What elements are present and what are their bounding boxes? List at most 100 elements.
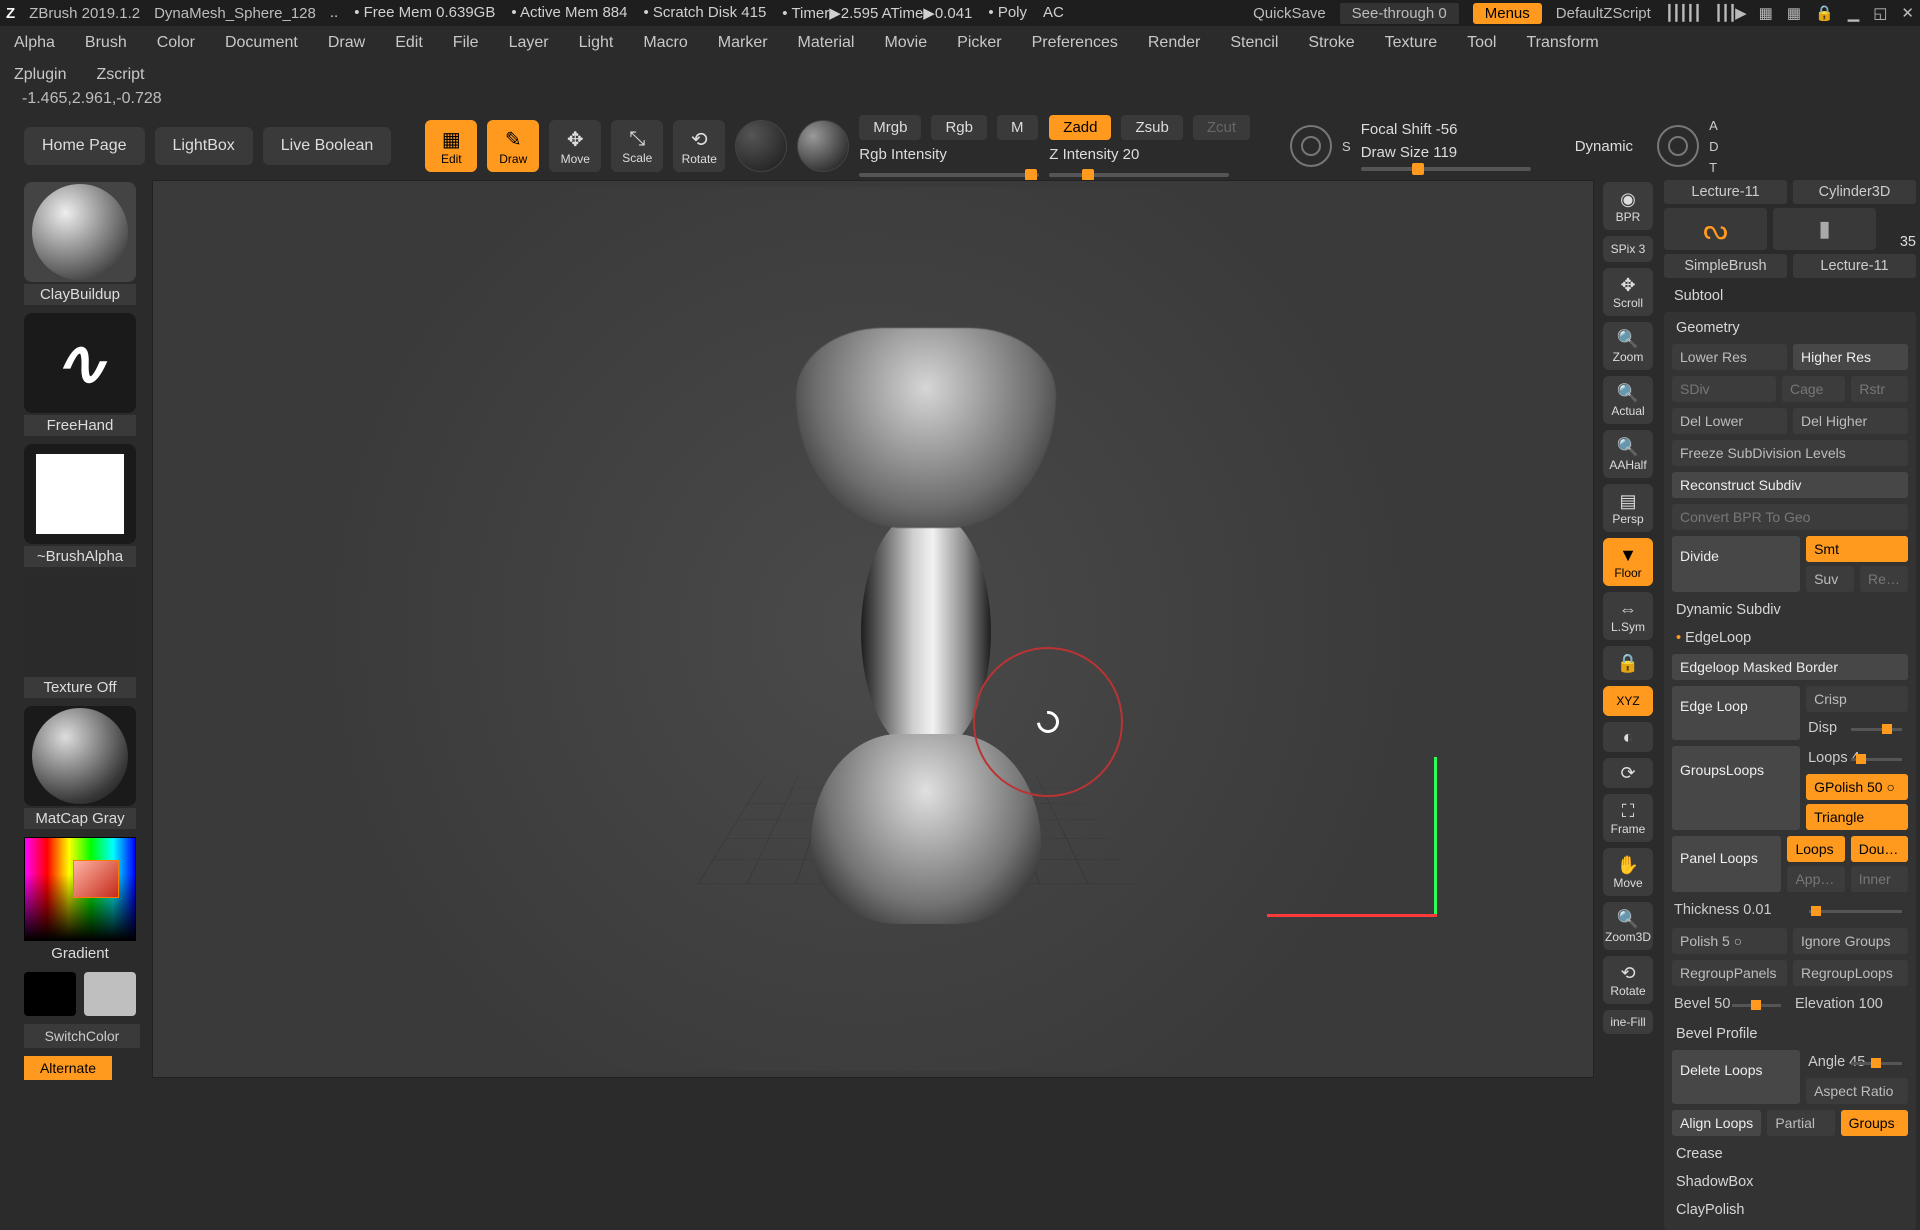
alpha-swatch[interactable]: ~BrushAlpha: [24, 444, 136, 567]
bpr-button[interactable]: ◉BPR: [1603, 182, 1653, 230]
switchcolor-button[interactable]: SwitchColor: [24, 1024, 140, 1048]
color-picker[interactable]: Gradient: [24, 837, 136, 964]
palette2-icon[interactable]: ▦: [1787, 4, 1801, 22]
material-sphere-a[interactable]: [735, 120, 787, 172]
alternate-button[interactable]: Alternate: [24, 1056, 112, 1080]
move-nav-button[interactable]: ✋Move: [1603, 848, 1653, 896]
quicksave-button[interactable]: QuickSave: [1253, 5, 1326, 22]
menu-alpha[interactable]: Alpha: [14, 34, 55, 52]
linefill-button[interactable]: ine-Fill: [1603, 1010, 1653, 1034]
scroll-button[interactable]: ✥Scroll: [1603, 268, 1653, 316]
polyf-button[interactable]: ⟳: [1603, 758, 1653, 788]
menu-draw[interactable]: Draw: [328, 34, 365, 52]
menus-button[interactable]: Menus: [1473, 3, 1542, 24]
actual-button[interactable]: 🔍Actual: [1603, 376, 1653, 424]
menu-tool[interactable]: Tool: [1467, 34, 1496, 52]
color-black[interactable]: [24, 972, 76, 1016]
convert-bpr-button[interactable]: Convert BPR To Geo: [1672, 504, 1908, 530]
sdiv-slider[interactable]: SDiv: [1672, 376, 1776, 402]
disp-slider[interactable]: Disp: [1806, 716, 1908, 740]
divide-button[interactable]: Divide: [1672, 536, 1800, 592]
double-button[interactable]: Double: [1851, 836, 1908, 862]
reuv-button[interactable]: ReUV: [1860, 566, 1908, 592]
zcut-toggle[interactable]: Zcut: [1193, 115, 1250, 140]
append-button[interactable]: Append: [1787, 866, 1844, 892]
zsub-toggle[interactable]: Zsub: [1121, 115, 1182, 140]
menu-brush[interactable]: Brush: [85, 34, 127, 52]
palette-icon[interactable]: ▦: [1759, 4, 1773, 22]
menu-stroke[interactable]: Stroke: [1308, 34, 1354, 52]
lower-res-button[interactable]: Lower Res: [1672, 344, 1787, 370]
tool-tab-a[interactable]: Lecture-11: [1664, 180, 1787, 204]
restore-icon[interactable]: ◱: [1873, 4, 1887, 22]
minimize-icon[interactable]: ▁: [1848, 4, 1860, 22]
edgeloop-header[interactable]: EdgeLoop: [1672, 626, 1908, 648]
suv-button[interactable]: Suv: [1806, 566, 1854, 592]
bevel-slider[interactable]: Bevel 50: [1672, 992, 1787, 1016]
rotate-nav-button[interactable]: ⟲Rotate: [1603, 956, 1653, 1004]
aahalf-button[interactable]: 🔍AAHalf: [1603, 430, 1653, 478]
zoom3d-button[interactable]: 🔍Zoom3D: [1603, 902, 1653, 950]
gpolish-button[interactable]: GPolish 50 ○: [1806, 774, 1908, 800]
z-intensity-slider[interactable]: [1049, 173, 1229, 177]
gyro-s-icon[interactable]: [1290, 125, 1332, 167]
ignore-groups-button[interactable]: Ignore Groups: [1793, 928, 1908, 954]
geometry-header[interactable]: Geometry: [1672, 318, 1908, 338]
liveboolean-button[interactable]: Live Boolean: [263, 127, 392, 165]
layout2-icon[interactable]: ┃┃┃▶: [1714, 4, 1745, 22]
scale-mode[interactable]: ⤡Scale: [611, 120, 663, 172]
dynamic-toggle[interactable]: Dynamic: [1561, 134, 1647, 159]
draw-size-slider[interactable]: [1361, 167, 1531, 171]
menu-file[interactable]: File: [453, 34, 479, 52]
tool-preview-a[interactable]: ᔓ: [1664, 208, 1767, 250]
angle-slider[interactable]: Angle 45: [1806, 1050, 1908, 1074]
rgb-intensity-slider[interactable]: [859, 173, 1039, 177]
elevation-slider[interactable]: Elevation 100: [1793, 992, 1908, 1016]
edit-mode[interactable]: ▦Edit: [425, 120, 477, 172]
solo-button[interactable]: ◐: [1603, 722, 1653, 752]
menu-zscript[interactable]: Zscript: [96, 66, 144, 84]
layout-icon[interactable]: ┃┃┃┃┃: [1665, 4, 1700, 22]
spix-button[interactable]: SPix 3: [1603, 236, 1653, 262]
menu-transform[interactable]: Transform: [1526, 34, 1598, 52]
crisp-button[interactable]: Crisp: [1806, 686, 1908, 712]
freeze-subdiv-button[interactable]: Freeze SubDivision Levels: [1672, 440, 1908, 466]
groupsloops-button[interactable]: GroupsLoops: [1672, 746, 1800, 830]
menu-zplugin[interactable]: Zplugin: [14, 66, 66, 84]
menu-color[interactable]: Color: [157, 34, 195, 52]
crease-header[interactable]: Crease: [1672, 1142, 1908, 1164]
menu-movie[interactable]: Movie: [884, 34, 927, 52]
thickness-slider[interactable]: Thickness 0.01: [1672, 898, 1908, 922]
stroke-swatch[interactable]: ∿ FreeHand: [24, 313, 136, 436]
close-icon[interactable]: ✕: [1901, 4, 1914, 22]
del-higher-button[interactable]: Del Higher: [1793, 408, 1908, 434]
rstr-button[interactable]: Rstr: [1851, 376, 1908, 402]
bevel-profile-header[interactable]: Bevel Profile: [1672, 1022, 1908, 1044]
texture-swatch[interactable]: Texture Off: [24, 575, 136, 698]
menu-preferences[interactable]: Preferences: [1032, 34, 1118, 52]
loops-button[interactable]: Loops: [1787, 836, 1844, 862]
rotate-mode[interactable]: ⟲Rotate: [673, 120, 725, 172]
menu-edit[interactable]: Edit: [395, 34, 423, 52]
persp-button[interactable]: ▤Persp: [1603, 484, 1653, 532]
zoom-button[interactable]: 🔍Zoom: [1603, 322, 1653, 370]
polish-slider[interactable]: Polish 5 ○: [1672, 928, 1787, 954]
menu-stencil[interactable]: Stencil: [1230, 34, 1278, 52]
lightbox-button[interactable]: LightBox: [155, 127, 253, 165]
inner-button[interactable]: Inner: [1851, 866, 1908, 892]
rgb-toggle[interactable]: Rgb: [931, 115, 987, 140]
menu-macro[interactable]: Macro: [643, 34, 687, 52]
mrgb-toggle[interactable]: Mrgb: [859, 115, 921, 140]
del-lower-button[interactable]: Del Lower: [1672, 408, 1787, 434]
menu-marker[interactable]: Marker: [718, 34, 768, 52]
zadd-toggle[interactable]: Zadd: [1049, 115, 1111, 140]
edgeloop-masked-button[interactable]: Edgeloop Masked Border: [1672, 654, 1908, 680]
higher-res-button[interactable]: Higher Res: [1793, 344, 1908, 370]
material-swatch[interactable]: MatCap Gray: [24, 706, 136, 829]
regroup-panels-button[interactable]: RegroupPanels: [1672, 960, 1787, 986]
menu-picker[interactable]: Picker: [957, 34, 1001, 52]
edgeloop-button[interactable]: Edge Loop: [1672, 686, 1800, 740]
menu-texture[interactable]: Texture: [1385, 34, 1437, 52]
simplebrush-label[interactable]: SimpleBrush: [1664, 254, 1787, 278]
lock-button[interactable]: 🔒: [1603, 646, 1653, 680]
